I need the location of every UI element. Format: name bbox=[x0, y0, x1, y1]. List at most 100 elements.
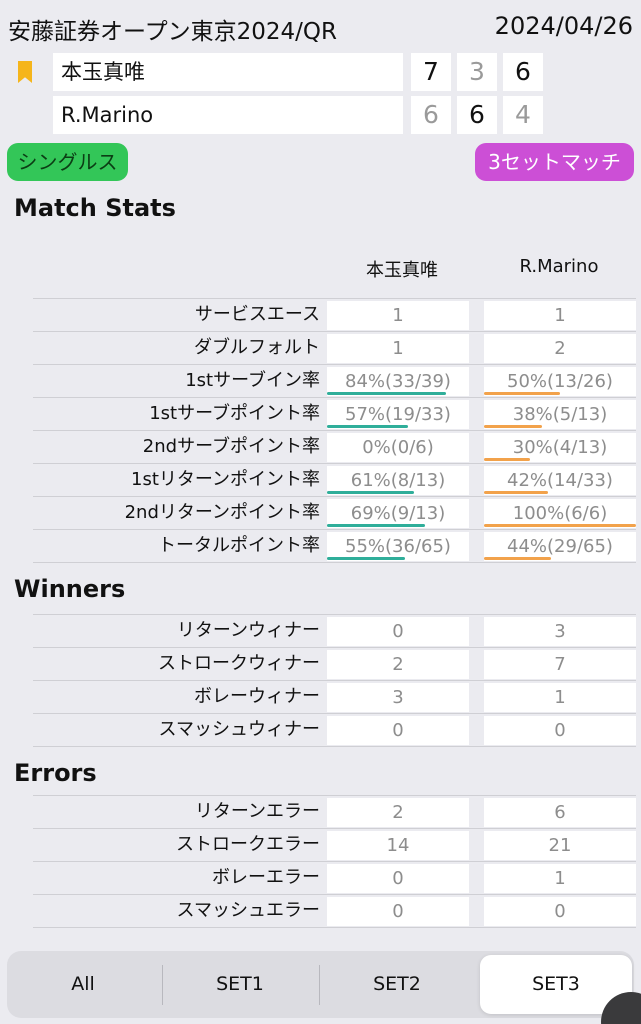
stat-value-player-2: 0 bbox=[484, 716, 636, 745]
stat-value-text: 38%(5/13) bbox=[512, 404, 608, 425]
set-score: 3 bbox=[457, 53, 497, 91]
player-name: R.Marino bbox=[53, 96, 403, 134]
stat-value-text: 1 bbox=[554, 868, 566, 889]
stat-value-player-2: 1 bbox=[484, 301, 636, 330]
stat-value-text: 2 bbox=[392, 802, 404, 823]
stat-value-player-1: 84%(33/39) bbox=[327, 367, 469, 396]
stat-percentage-bar bbox=[484, 458, 530, 461]
stat-value-text: 14 bbox=[386, 835, 410, 856]
stat-value-text: 100%(6/6) bbox=[512, 503, 608, 524]
stat-value-text: 30%(4/13) bbox=[512, 437, 608, 458]
stat-row: トータルポイント率 55%(36/65) 44%(29/65) bbox=[33, 529, 636, 563]
stat-percentage-bar bbox=[327, 524, 425, 527]
stat-row: スマッシュエラー 0 0 bbox=[33, 894, 636, 928]
stat-value-text: 50%(13/26) bbox=[507, 371, 613, 392]
stat-label: スマッシュウィナー bbox=[158, 719, 320, 740]
bookmark-icon[interactable] bbox=[18, 61, 32, 83]
stat-value-player-2: 38%(5/13) bbox=[484, 400, 636, 429]
stat-value-player-1: 0 bbox=[327, 617, 469, 646]
stat-value-text: 7 bbox=[554, 654, 566, 675]
format-badge: 3セットマッチ bbox=[475, 143, 634, 181]
stat-row: 1stサーブイン率 84%(33/39) 50%(13/26) bbox=[33, 364, 636, 397]
section-title-winners: Winners bbox=[14, 575, 126, 603]
player-name: 本玉真唯 bbox=[53, 53, 403, 91]
stat-value-player-1: 1 bbox=[327, 334, 469, 363]
tab-set2[interactable]: SET2 bbox=[321, 955, 473, 1014]
stat-row: 1stリターンポイント率 61%(8/13) 42%(14/33) bbox=[33, 463, 636, 496]
stat-row: 1stサーブポイント率 57%(19/33) 38%(5/13) bbox=[33, 397, 636, 430]
stat-value-text: 61%(8/13) bbox=[350, 470, 446, 491]
stat-value-player-1: 1 bbox=[327, 301, 469, 330]
stat-value-player-2: 100%(6/6) bbox=[484, 499, 636, 528]
stat-label: トータルポイント率 bbox=[158, 535, 320, 556]
stat-label: ダブルフォルト bbox=[194, 337, 320, 358]
match-date: 2024/04/26 bbox=[494, 12, 633, 40]
stat-value-text: 0 bbox=[392, 901, 404, 922]
set-tab-bar: All SET1 SET2 SET3 bbox=[7, 951, 634, 1018]
stat-row: ストロークエラー 14 21 bbox=[33, 828, 636, 861]
stat-row: サービスエース 1 1 bbox=[33, 298, 636, 331]
stat-row: 2ndサーブポイント率 0%(0/6) 30%(4/13) bbox=[33, 430, 636, 463]
stat-value-text: 1 bbox=[392, 305, 404, 326]
stat-value-player-1: 61%(8/13) bbox=[327, 466, 469, 495]
stat-value-player-1: 0 bbox=[327, 897, 469, 926]
column-header-player-2: R.Marino bbox=[519, 256, 599, 277]
stat-value-player-2: 21 bbox=[484, 831, 636, 860]
stat-percentage-bar bbox=[327, 557, 406, 560]
stat-row: ボレーウィナー 3 1 bbox=[33, 680, 636, 713]
stat-value-player-2: 6 bbox=[484, 798, 636, 827]
tab-divider bbox=[319, 965, 320, 1005]
stat-label: 2ndサーブポイント率 bbox=[142, 436, 320, 457]
stat-value-player-2: 0 bbox=[484, 897, 636, 926]
stat-value-player-1: 0%(0/6) bbox=[327, 433, 469, 462]
stat-percentage-bar bbox=[327, 491, 414, 494]
stat-percentage-bar bbox=[484, 425, 542, 428]
stat-percentage-bar bbox=[484, 524, 636, 527]
stat-value-player-1: 0 bbox=[327, 864, 469, 893]
stat-value-text: 1 bbox=[554, 687, 566, 708]
stat-percentage-bar bbox=[327, 425, 408, 428]
stat-label: 2ndリターンポイント率 bbox=[124, 502, 320, 523]
score-row-player-2: R.Marino 6 6 4 bbox=[0, 96, 641, 134]
tab-set1[interactable]: SET1 bbox=[164, 955, 316, 1014]
stat-value-text: 0 bbox=[554, 901, 566, 922]
stat-value-text: 0 bbox=[392, 720, 404, 741]
section-title-match-stats: Match Stats bbox=[14, 194, 176, 222]
stat-label: ストロークウィナー bbox=[158, 653, 320, 674]
set-score: 4 bbox=[503, 96, 543, 134]
stat-value-player-2: 3 bbox=[484, 617, 636, 646]
stat-value-text: 0 bbox=[392, 868, 404, 889]
stat-value-text: 69%(9/13) bbox=[350, 503, 446, 524]
stat-value-player-2: 50%(13/26) bbox=[484, 367, 636, 396]
stat-value-player-1: 14 bbox=[327, 831, 469, 860]
stat-row: スマッシュウィナー 0 0 bbox=[33, 713, 636, 747]
stat-percentage-bar bbox=[484, 557, 551, 560]
stat-value-text: 44%(29/65) bbox=[507, 536, 613, 557]
stat-label: 1stサーブポイント率 bbox=[149, 403, 320, 424]
stat-value-text: 57%(19/33) bbox=[345, 404, 451, 425]
set-score: 6 bbox=[457, 96, 497, 134]
tournament-title: 安藤証券オープン東京2024/QR bbox=[8, 19, 337, 45]
stat-value-text: 1 bbox=[392, 338, 404, 359]
stat-row: ボレーエラー 0 1 bbox=[33, 861, 636, 894]
match-header: 安藤証券オープン東京2024/QR 2024/04/26 bbox=[0, 8, 641, 48]
stat-row: ストロークウィナー 2 7 bbox=[33, 647, 636, 680]
stat-value-text: 0 bbox=[392, 621, 404, 642]
stat-label: ボレーウィナー bbox=[194, 686, 320, 707]
score-row-player-1: 本玉真唯 7 3 6 bbox=[0, 53, 641, 91]
stat-value-player-2: 44%(29/65) bbox=[484, 532, 636, 561]
set-score: 7 bbox=[411, 53, 451, 91]
stat-row: 2ndリターンポイント率 69%(9/13) 100%(6/6) bbox=[33, 496, 636, 529]
stat-value-player-1: 3 bbox=[327, 683, 469, 712]
stat-label: 1stリターンポイント率 bbox=[131, 469, 320, 490]
stat-label: リターンエラー bbox=[194, 801, 320, 822]
stat-label: ストロークエラー bbox=[176, 834, 320, 855]
stat-percentage-bar bbox=[484, 491, 548, 494]
stat-value-text: 3 bbox=[554, 621, 566, 642]
tab-all[interactable]: All bbox=[7, 955, 159, 1014]
set-score: 6 bbox=[411, 96, 451, 134]
stat-row: リターンエラー 2 6 bbox=[33, 795, 636, 828]
section-title-errors: Errors bbox=[14, 759, 97, 787]
stat-label: スマッシュエラー bbox=[176, 900, 320, 921]
stat-value-player-1: 55%(36/65) bbox=[327, 532, 469, 561]
